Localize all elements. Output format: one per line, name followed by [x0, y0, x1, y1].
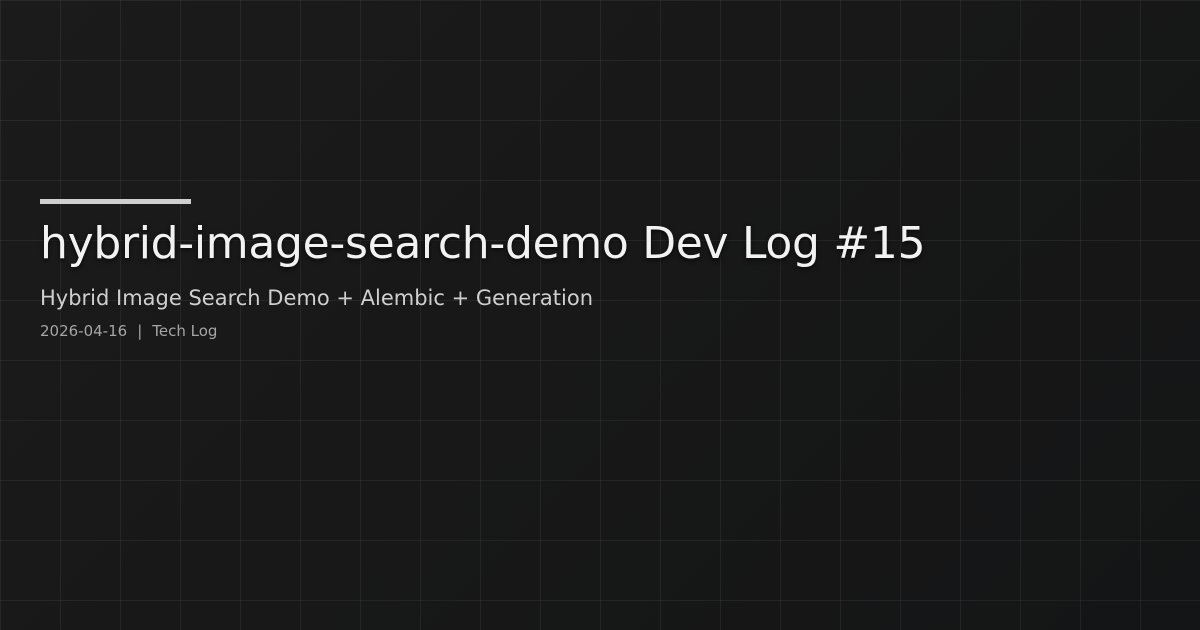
title-accent-bar: [40, 199, 191, 204]
meta-separator: |: [137, 322, 143, 340]
background-grid: [0, 0, 1200, 630]
post-subtitle: Hybrid Image Search Demo + Alembic + Gen…: [40, 286, 594, 310]
post-meta: 2026-04-16 | Tech Log: [40, 320, 217, 342]
post-title: hybrid-image-search-demo Dev Log #15: [40, 218, 926, 269]
post-date: 2026-04-16: [40, 322, 128, 340]
og-card: hybrid-image-search-demo Dev Log #15 Hyb…: [0, 0, 1200, 630]
post-category: Tech Log: [152, 322, 218, 340]
